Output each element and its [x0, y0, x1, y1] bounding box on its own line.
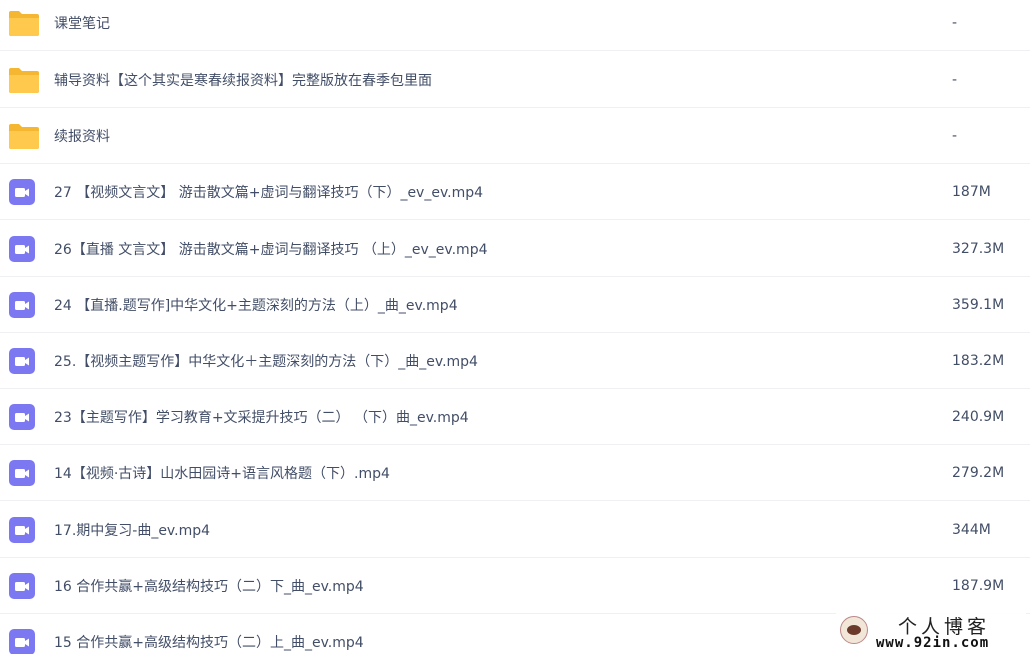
list-item[interactable]: 14【视频·古诗】山水田园诗+语言风格题（下）.mp4 279.2M [0, 445, 1030, 501]
file-name: 24 【直播.题写作]中华文化+主题深刻的方法（上）_曲_ev.mp4 [54, 297, 458, 314]
file-size: - [952, 127, 958, 144]
video-file-icon [8, 235, 36, 263]
file-size: 359.1M [952, 296, 1005, 313]
folder-icon [8, 9, 39, 37]
video-file-icon [8, 178, 36, 206]
list-item[interactable]: 续报资料 - [0, 108, 1030, 164]
file-name: 续报资料 [54, 128, 110, 145]
video-file-icon [8, 291, 36, 319]
file-name: 14【视频·古诗】山水田园诗+语言风格题（下）.mp4 [54, 465, 390, 482]
file-size: - [952, 71, 958, 88]
file-name: 15 合作共赢+高级结构技巧（二）上_曲_ev.mp4 [54, 634, 364, 651]
file-name: 16 合作共赢+高级结构技巧（二）下_曲_ev.mp4 [54, 578, 364, 595]
watermark-domain: www.92in.com [876, 635, 990, 651]
file-size: 183.2M [952, 352, 1005, 369]
file-size: 187.9M [952, 577, 1005, 594]
file-name: 23【主题写作】学习教育+文采提升技巧（二） （下）曲_ev.mp4 [54, 409, 469, 426]
file-size: 187M [952, 183, 991, 200]
video-file-icon [8, 347, 36, 375]
folder-icon [8, 66, 39, 94]
file-list: 课堂笔记 - 辅导资料【这个其实是寒春续报资料】完整版放在春季包里面 - 续报资… [0, 0, 1030, 654]
list-item[interactable]: 辅导资料【这个其实是寒春续报资料】完整版放在春季包里面 - [0, 52, 1030, 108]
file-size: 240.9M [952, 408, 1005, 425]
file-size: - [952, 14, 958, 31]
blog-watermark: 个人博客 www.92in.com [836, 612, 1026, 652]
list-item[interactable]: 23【主题写作】学习教育+文采提升技巧（二） （下）曲_ev.mp4 240.9… [0, 389, 1030, 445]
file-size: 344M [952, 521, 991, 538]
avatar [840, 616, 868, 644]
list-item[interactable]: 27 【视频文言文】 游击散文篇+虚词与翻译技巧（下）_ev_ev.mp4 18… [0, 164, 1030, 220]
file-size: 327.3M [952, 240, 1005, 257]
list-item[interactable]: 课堂笔记 - [0, 0, 1030, 51]
video-file-icon [8, 516, 36, 544]
list-item[interactable]: 17.期中复习-曲_ev.mp4 344M [0, 502, 1030, 558]
file-name: 辅导资料【这个其实是寒春续报资料】完整版放在春季包里面 [54, 72, 432, 89]
folder-icon [8, 122, 39, 150]
video-file-icon [8, 403, 36, 431]
file-name: 17.期中复习-曲_ev.mp4 [54, 522, 211, 539]
video-file-icon [8, 572, 36, 600]
file-name: 27 【视频文言文】 游击散文篇+虚词与翻译技巧（下）_ev_ev.mp4 [54, 184, 484, 201]
list-item[interactable]: 25.【视频主题写作】中华文化＋主题深刻的方法（下）_曲_ev.mp4 183.… [0, 333, 1030, 389]
list-item[interactable]: 16 合作共赢+高级结构技巧（二）下_曲_ev.mp4 187.9M [0, 558, 1030, 614]
video-file-icon [8, 459, 36, 487]
file-name: 26【直播 文言文】 游击散文篇+虚词与翻译技巧 （上）_ev_ev.mp4 [54, 241, 488, 258]
list-item[interactable]: 26【直播 文言文】 游击散文篇+虚词与翻译技巧 （上）_ev_ev.mp4 3… [0, 221, 1030, 277]
list-item[interactable]: 24 【直播.题写作]中华文化+主题深刻的方法（上）_曲_ev.mp4 359.… [0, 277, 1030, 333]
file-size: 279.2M [952, 464, 1005, 481]
file-name: 课堂笔记 [54, 15, 110, 32]
video-file-icon [8, 628, 36, 654]
file-name: 25.【视频主题写作】中华文化＋主题深刻的方法（下）_曲_ev.mp4 [54, 353, 478, 370]
